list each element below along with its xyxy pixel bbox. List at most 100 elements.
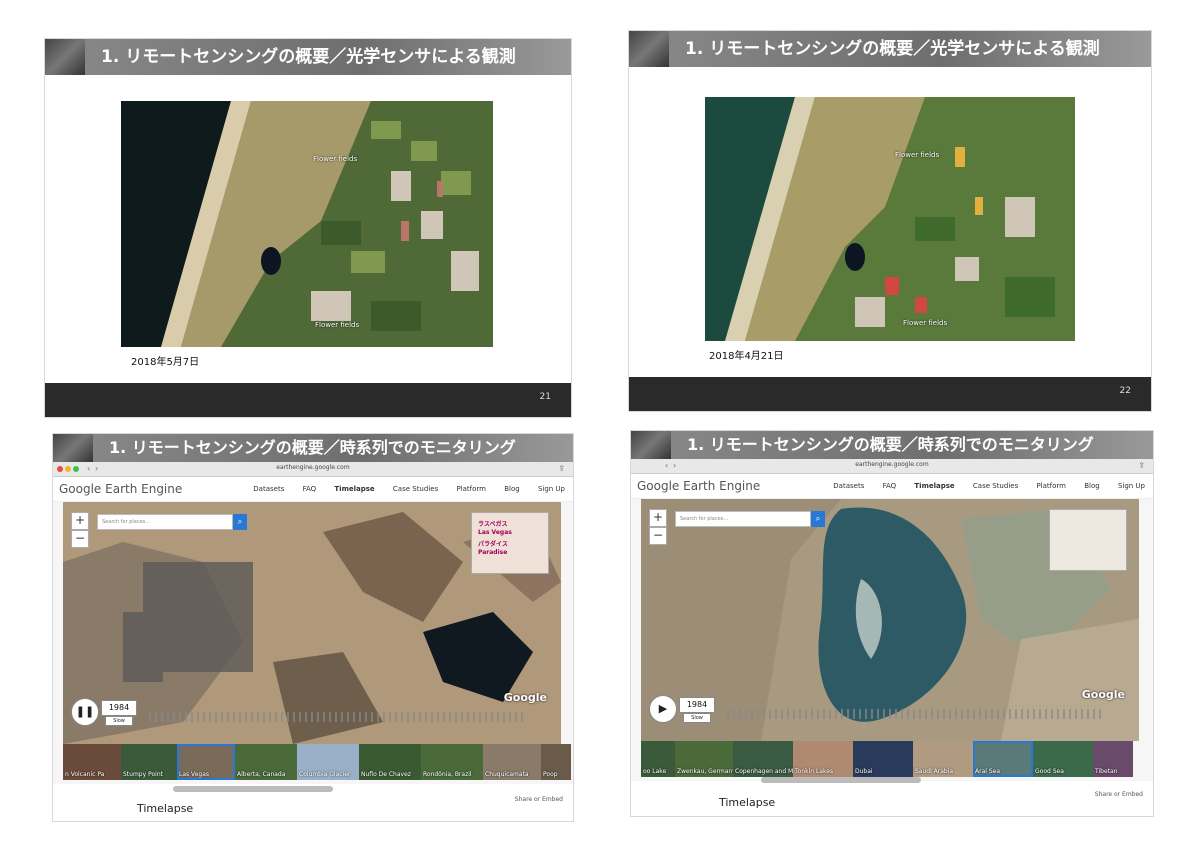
thumbnail[interactable]: Tibetan: [1093, 741, 1133, 777]
nav-platform[interactable]: Platform: [1036, 482, 1066, 490]
location-thumbnails: oo Lake Zwenkau, Germany Copenhagen and …: [641, 741, 1153, 777]
nav-faq[interactable]: FAQ: [303, 485, 317, 493]
satellite-image: Flower fields Flower fields: [121, 101, 493, 347]
browser-window: ‹ › earthengine.google.com ⇪ Google Eart…: [53, 462, 573, 784]
overview-minimap[interactable]: ラスベガス Las Vegas パラダイス Paradise: [471, 512, 549, 574]
google-watermark: Google: [1081, 688, 1125, 701]
slide-caption: Timelapse: [719, 796, 776, 809]
thumbnail[interactable]: Stumpy Point: [121, 744, 177, 780]
gee-nav: Datasets FAQ Timelapse Case Studies Plat…: [237, 485, 565, 493]
thumbnail[interactable]: Nuflo De Chavez: [359, 744, 421, 780]
thumbnail[interactable]: Saudi Arabia: [913, 741, 973, 777]
nav-datasets[interactable]: Datasets: [253, 485, 284, 493]
nav-case-studies[interactable]: Case Studies: [393, 485, 438, 493]
share-embed-link[interactable]: Share or Embed: [515, 796, 563, 803]
nav-datasets[interactable]: Datasets: [833, 482, 864, 490]
minimap-label: Las Vegas: [478, 529, 512, 536]
play-icon: ▶: [658, 702, 668, 715]
slide-title-bar: 1. リモートセンシングの概要／時系列でのモニタリング: [631, 431, 1153, 459]
year-display: 1984: [679, 697, 715, 713]
minimap-label: Paradise: [478, 549, 508, 556]
slide-title-bar: 1. リモートセンシングの概要／光学センサによる観測: [45, 39, 571, 75]
thumbnail-selected[interactable]: Aral Sea: [973, 741, 1033, 777]
overview-minimap[interactable]: [1049, 509, 1127, 571]
thumbnail-selected[interactable]: Las Vegas: [177, 744, 235, 780]
gee-header: Google Earth Engine Datasets FAQ Timelap…: [631, 474, 1153, 499]
timeline-slider[interactable]: [727, 709, 1105, 719]
year-display: 1984: [101, 700, 137, 716]
thumbnail[interactable]: Dubai: [853, 741, 913, 777]
timelapse-map[interactable]: + − Search for places... ⌕ ラスベガス Las Veg…: [63, 502, 561, 744]
nav-timelapse[interactable]: Timelapse: [914, 482, 954, 490]
thumbnail[interactable]: Poop: [541, 744, 571, 780]
thumbnail[interactable]: Rondônia, Brazil: [421, 744, 483, 780]
slide-22: 1. リモートセンシングの概要／光学センサによる観測 Flower fields…: [628, 30, 1152, 412]
horizontal-scrollbar[interactable]: [761, 777, 921, 783]
thumbnail[interactable]: Tonkin Lakes: [793, 741, 853, 777]
browser-toolbar: ‹ › earthengine.google.com ⇪: [631, 459, 1153, 474]
title-mark-icon: [629, 31, 669, 67]
close-dot-icon[interactable]: [57, 466, 63, 472]
thumbnail[interactable]: Copenhagen and M: [733, 741, 793, 777]
zoom-in-button[interactable]: +: [71, 512, 89, 530]
play-pause-button[interactable]: ❚❚: [71, 698, 99, 726]
url-bar[interactable]: earthengine.google.com: [276, 464, 349, 471]
search-button[interactable]: ⌕: [233, 514, 247, 530]
slide-title: 1. リモートセンシングの概要／時系列でのモニタリング: [687, 435, 1094, 454]
google-watermark: Google: [503, 691, 547, 704]
zoom-in-button[interactable]: +: [649, 509, 667, 527]
timeline-slider[interactable]: [149, 712, 527, 722]
nav-sign-up[interactable]: Sign Up: [538, 485, 565, 493]
nav-platform[interactable]: Platform: [456, 485, 486, 493]
maximize-dot-icon[interactable]: [73, 466, 79, 472]
slide-timelapse-las-vegas: 1. リモートセンシングの概要／時系列でのモニタリング ‹ › eartheng…: [52, 433, 574, 822]
thumbnail[interactable]: Columbia Glacier: [297, 744, 359, 780]
image-date: 2018年4月21日: [709, 351, 784, 362]
page-number: 22: [1119, 386, 1131, 396]
gee-logo[interactable]: Google Earth Engine: [59, 482, 182, 496]
play-pause-button[interactable]: ▶: [649, 695, 677, 723]
share-embed-link[interactable]: Share or Embed: [1095, 791, 1143, 798]
search-input[interactable]: Search for places...: [97, 514, 233, 530]
nav-timelapse[interactable]: Timelapse: [334, 485, 374, 493]
thumbnail[interactable]: oo Lake: [641, 741, 675, 777]
thumbnail[interactable]: Zwenkau, Germany: [675, 741, 736, 777]
nav-sign-up[interactable]: Sign Up: [1118, 482, 1145, 490]
thumbnail[interactable]: Good Sea: [1033, 741, 1093, 777]
slide-title-bar: 1. リモートセンシングの概要／光学センサによる観測: [629, 31, 1151, 67]
minimize-dot-icon[interactable]: [65, 466, 71, 472]
flower-fields-label: Flower fields: [895, 151, 940, 159]
speed-toggle[interactable]: Slow: [683, 713, 711, 723]
thumbnail[interactable]: Alberta, Canada: [235, 744, 297, 780]
slide-title: 1. リモートセンシングの概要／時系列でのモニタリング: [109, 438, 516, 457]
url-bar[interactable]: earthengine.google.com: [855, 461, 928, 468]
nav-blog[interactable]: Blog: [1084, 482, 1099, 490]
nav-case-studies[interactable]: Case Studies: [973, 482, 1018, 490]
timelapse-map[interactable]: + − Search for places... ⌕ Google ▶ 1984…: [641, 499, 1139, 741]
satellite-image: Flower fields Flower fields: [705, 97, 1075, 341]
nav-faq[interactable]: FAQ: [883, 482, 897, 490]
thumbnail[interactable]: Chuquicamata: [483, 744, 541, 780]
search-button[interactable]: ⌕: [811, 511, 825, 527]
back-icon[interactable]: ‹: [87, 464, 90, 473]
search-input[interactable]: Search for places...: [675, 511, 811, 527]
gee-logo[interactable]: Google Earth Engine: [637, 479, 760, 493]
image-date: 2018年5月7日: [131, 357, 200, 368]
slide-title: 1. リモートセンシングの概要／光学センサによる観測: [685, 39, 1100, 59]
zoom-out-button[interactable]: −: [649, 527, 667, 545]
forward-icon[interactable]: ›: [95, 464, 98, 473]
share-icon[interactable]: ⇪: [558, 464, 565, 473]
thumbnail[interactable]: n Volcanic Pa: [63, 744, 121, 780]
forward-icon[interactable]: ›: [673, 461, 676, 470]
back-icon[interactable]: ‹: [665, 461, 668, 470]
slide-caption: Timelapse: [137, 802, 194, 815]
slide-footer: 22: [629, 377, 1151, 411]
pause-icon: ❚❚: [75, 705, 95, 718]
search-icon: ⌕: [237, 517, 243, 526]
zoom-out-button[interactable]: −: [71, 530, 89, 548]
horizontal-scrollbar[interactable]: [173, 786, 333, 792]
speed-toggle[interactable]: Slow: [105, 716, 133, 726]
nav-blog[interactable]: Blog: [504, 485, 519, 493]
browser-window: ‹ › earthengine.google.com ⇪ Google Eart…: [631, 459, 1153, 781]
share-icon[interactable]: ⇪: [1138, 461, 1145, 470]
